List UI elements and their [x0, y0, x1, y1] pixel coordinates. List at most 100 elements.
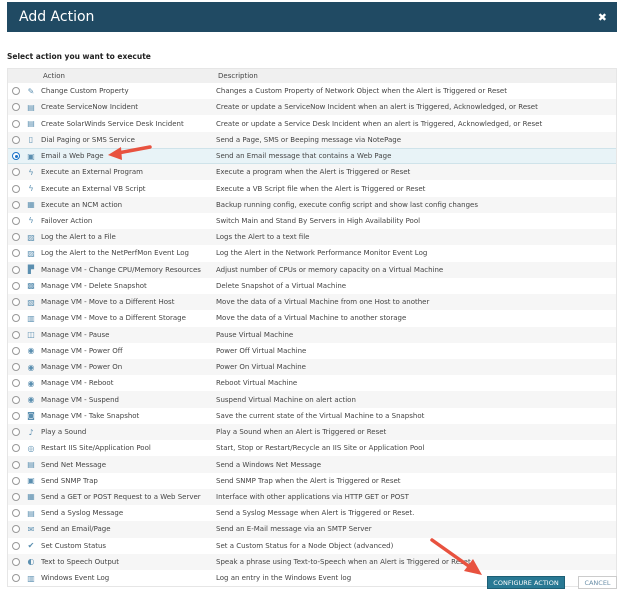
table-row[interactable]: ▨ Log the Alert to a File Logs the Alert…	[8, 229, 616, 246]
table-row[interactable]: ▦ Execute an NCM action Backup running c…	[8, 196, 616, 213]
action-name: Send SNMP Trap	[41, 476, 98, 485]
row-radio[interactable]	[12, 525, 20, 534]
row-radio[interactable]	[12, 135, 20, 144]
table-row[interactable]: ◉ Manage VM - Suspend Suspend Virtual Ma…	[8, 391, 616, 408]
row-radio[interactable]	[12, 265, 20, 274]
power-icon: ◉	[27, 395, 35, 405]
action-name: Text to Speech Output	[41, 557, 119, 566]
row-radio[interactable]	[12, 509, 20, 518]
row-radio[interactable]	[12, 330, 20, 339]
table-row[interactable]: ▤ Create SolarWinds Service Desk Inciden…	[8, 115, 616, 131]
row-radio[interactable]	[12, 216, 20, 225]
log-icon: ▨	[27, 248, 35, 258]
action-name: Create SolarWinds Service Desk Incident	[41, 119, 184, 128]
action-name: Manage VM - Move to a Different Storage	[41, 314, 186, 323]
action-description: Log the Alert in the Network Performance…	[216, 249, 428, 258]
row-radio[interactable]	[12, 119, 20, 128]
row-radio[interactable]	[12, 184, 20, 193]
action-description: Create or update a Service Desk Incident…	[216, 119, 543, 128]
action-description: Pause Virtual Machine	[216, 330, 294, 339]
row-radio[interactable]	[12, 444, 20, 453]
table-row[interactable]: ◐ Text to Speech Output Speak a phrase u…	[8, 553, 616, 571]
trap-icon: ▣	[27, 476, 35, 486]
power-icon: ◉	[27, 346, 35, 356]
table-row[interactable]: ◉ Manage VM - Power On Power On Virtual …	[8, 358, 616, 376]
action-name: Set Custom Status	[41, 541, 107, 550]
action-description: Set a Custom Status for a Node Object (a…	[216, 541, 394, 550]
row-radio[interactable]	[12, 168, 20, 177]
action-description: Play a Sound when an Alert is Triggered …	[216, 428, 387, 437]
table-row[interactable]: ▛ Manage VM - Change CPU/Memory Resource…	[8, 261, 616, 278]
action-description: Reboot Virtual Machine	[216, 379, 298, 388]
table-row[interactable]: ✔ Set Custom Status Set a Custom Status …	[8, 538, 616, 554]
row-radio[interactable]	[12, 428, 20, 437]
table-row[interactable]: ✎ Change Custom Property Changes a Custo…	[8, 83, 616, 99]
action-description: Send an E-Mail message via an SMTP Serve…	[216, 525, 372, 534]
web-request-icon: ▦	[27, 492, 35, 502]
table-row[interactable]: ◫ Manage VM - Pause Pause Virtual Machin…	[8, 326, 616, 343]
table-row[interactable]: ◉ Manage VM - Reboot Reboot Virtual Mach…	[8, 375, 616, 391]
table-row[interactable]: ▦ Send a GET or POST Request to a Web Se…	[8, 488, 616, 506]
table-row[interactable]: ▥ Manage VM - Move to a Different Storag…	[8, 310, 616, 326]
row-radio[interactable]	[12, 233, 20, 242]
table-row[interactable]: ◎ Restart IIS Site/Application Pool Star…	[8, 440, 616, 456]
table-row[interactable]: ◙ Manage VM - Take Snapshot Save the cur…	[8, 408, 616, 424]
camera-icon: ◙	[27, 411, 35, 421]
lightning-icon: ϟ	[28, 216, 34, 226]
action-name: Manage VM - Power On	[41, 363, 123, 372]
table-row[interactable]: ◉ Manage VM - Power Off Power Off Virtua…	[8, 343, 616, 359]
row-radio[interactable]	[12, 476, 20, 485]
action-description: Backup running config, execute config sc…	[216, 200, 478, 209]
table-row[interactable]: ▣ Send SNMP Trap Send SNMP Trap when the…	[8, 473, 616, 489]
row-radio[interactable]	[12, 379, 20, 388]
table-row[interactable]: ▨ Log the Alert to the NetPerfMon Event …	[8, 245, 616, 261]
row-radio[interactable]	[12, 87, 20, 96]
row-radio[interactable]	[12, 574, 20, 583]
row-radio[interactable]	[12, 281, 20, 290]
dialog-titlebar: Add Action ✖	[7, 2, 617, 32]
action-description: Send a Windows Net Message	[216, 460, 322, 469]
row-radio[interactable]	[12, 152, 20, 161]
row-radio[interactable]	[12, 557, 20, 566]
action-name: Execute an External VB Script	[41, 184, 146, 193]
configure-action-button[interactable]: CONFIGURE ACTION	[487, 576, 565, 589]
table-row[interactable]: ✉ Send an Email/Page Send an E-Mail mess…	[8, 521, 616, 538]
row-radio[interactable]	[12, 492, 20, 501]
action-description: Save the current state of the Virtual Ma…	[216, 411, 425, 420]
table-row[interactable]: ϟ Execute an External Program Execute a …	[8, 164, 616, 181]
row-radio[interactable]	[12, 460, 20, 469]
table-row[interactable]: ϟ Execute an External VB Script Execute …	[8, 180, 616, 196]
action-description: Logs the Alert to a text file	[216, 233, 310, 242]
table-row[interactable]: ▤ Send a Syslog Message Send a Syslog Me…	[8, 505, 616, 521]
row-radio[interactable]	[12, 395, 20, 404]
vm-resources-icon: ▛	[27, 265, 35, 275]
power-icon: ◉	[27, 362, 35, 372]
action-description: Adjust number of CPUs or memory capacity…	[216, 265, 444, 274]
message-icon: ▤	[27, 460, 35, 469]
row-radio[interactable]	[12, 346, 20, 355]
table-row[interactable]: ▤ Send Net Message Send a Windows Net Me…	[8, 456, 616, 473]
row-radio[interactable]	[12, 314, 20, 323]
action-name: Change Custom Property	[41, 87, 129, 96]
cancel-button[interactable]: CANCEL	[578, 576, 617, 589]
vm-snapshot-delete-icon: ▩	[27, 281, 35, 291]
row-radio[interactable]	[12, 298, 20, 307]
ticket-icon: ▤	[27, 119, 35, 129]
speech-icon: ◐	[27, 557, 35, 567]
table-row[interactable]: ▯ Dial Paging or SMS Service Send a Page…	[8, 131, 616, 148]
pause-icon: ◫	[27, 330, 35, 340]
row-radio[interactable]	[12, 411, 20, 420]
row-radio[interactable]	[12, 249, 20, 258]
table-row[interactable]: ▩ Manage VM - Delete Snapshot Delete Sna…	[8, 278, 616, 294]
table-row[interactable]: ▤ Create ServiceNow Incident Create or u…	[8, 99, 616, 116]
row-radio[interactable]	[12, 541, 20, 550]
row-radio[interactable]	[12, 200, 20, 209]
row-radio[interactable]	[12, 103, 20, 112]
table-row[interactable]: ▣ Email a Web Page Send an Email message…	[8, 147, 616, 165]
table-row[interactable]: ♪ Play a Sound Play a Sound when an Aler…	[8, 423, 616, 441]
row-radio[interactable]	[12, 363, 20, 372]
close-icon[interactable]: ✖	[598, 11, 607, 24]
table-row[interactable]: ϟ Failover Action Switch Main and Stand …	[8, 213, 616, 229]
action-name: Restart IIS Site/Application Pool	[41, 444, 151, 453]
table-row[interactable]: ▧ Manage VM - Move to a Different Host M…	[8, 294, 616, 311]
